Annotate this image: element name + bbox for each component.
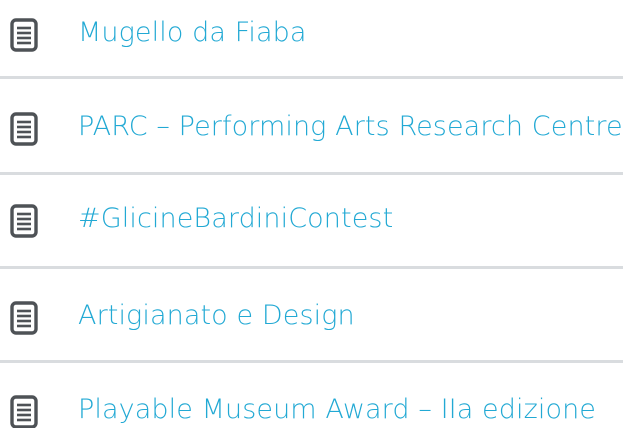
document-icon xyxy=(10,395,38,428)
list-item[interactable]: Mugello da Fiaba xyxy=(0,10,623,58)
list-item[interactable]: Playable Museum Award – IIa edizione xyxy=(0,387,623,428)
divider xyxy=(0,266,623,269)
divider xyxy=(0,172,623,175)
document-icon xyxy=(10,18,38,52)
list-item[interactable]: #GlicineBardiniContest xyxy=(0,196,623,244)
item-title-link[interactable]: Mugello da Fiaba xyxy=(78,16,307,50)
list-item[interactable]: Artigianato e Design xyxy=(0,293,623,341)
item-title-link[interactable]: Playable Museum Award – IIa edizione xyxy=(78,393,596,427)
item-title-link[interactable]: Artigianato e Design xyxy=(78,299,355,333)
article-list: Mugello da Fiaba PARC – Performing Arts … xyxy=(0,0,623,428)
divider xyxy=(0,360,623,363)
item-title-link[interactable]: PARC – Performing Arts Research Centre xyxy=(78,110,623,144)
document-icon xyxy=(10,301,38,335)
list-item[interactable]: PARC – Performing Arts Research Centre xyxy=(0,104,623,152)
document-icon xyxy=(10,204,38,238)
item-title-link[interactable]: #GlicineBardiniContest xyxy=(78,202,393,236)
document-icon xyxy=(10,112,38,146)
divider xyxy=(0,76,623,79)
